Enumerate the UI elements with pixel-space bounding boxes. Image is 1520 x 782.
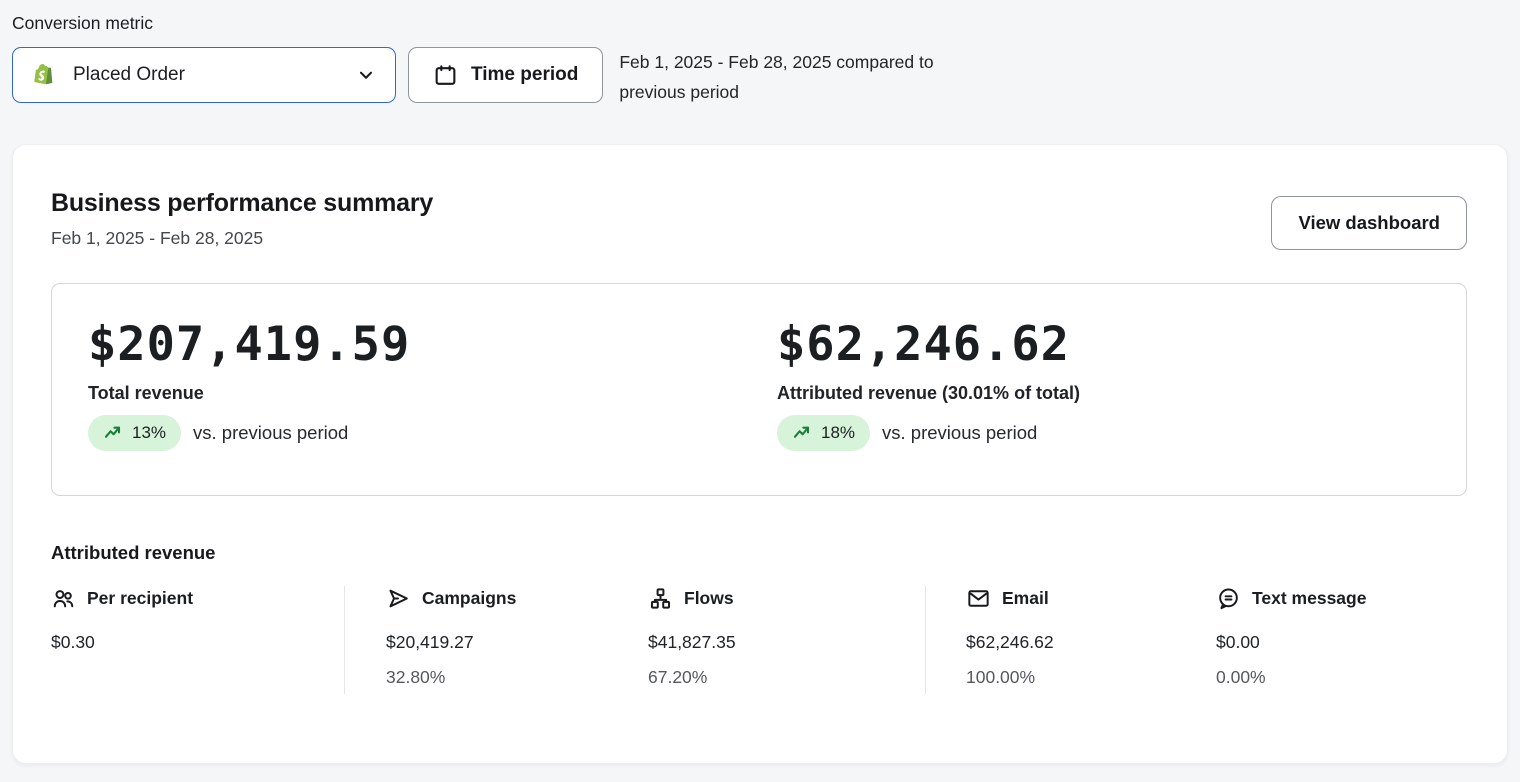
conversion-metric-value: Placed Order [73,64,340,86]
trend-up-icon [792,423,813,443]
attr-col-percent [51,667,344,673]
total-revenue-label: Total revenue [88,383,777,404]
trend-up-icon [103,423,124,443]
toolbar: Conversion metric Placed Order [0,0,1520,107]
time-period-label: Time period [471,64,578,86]
date-range-line2: previous period [619,77,933,107]
metrics-panel: $207,419.59 Total revenue 13% vs. previo… [51,283,1467,496]
change-badge: 13% [88,415,181,451]
attr-col-percent: 100.00% [966,667,1216,694]
chat-bubble-icon [1216,586,1241,611]
attr-col-value: $0.30 [51,632,344,653]
shopify-icon [31,62,58,89]
date-range-note: Feb 1, 2025 - Feb 28, 2025 compared to p… [619,47,933,107]
conversion-metric-select[interactable]: Placed Order [12,47,396,103]
change-note: vs. previous period [193,422,348,444]
attr-col-flows: Flows $41,827.35 67.20% [648,586,925,694]
attr-col-percent: 67.20% [648,667,925,694]
flow-icon [648,586,673,611]
attr-col-percent: 0.00% [1216,667,1456,694]
chevron-down-icon [355,64,377,86]
send-icon [386,586,411,611]
total-revenue-metric: $207,419.59 Total revenue 13% vs. previo… [88,320,777,495]
attr-col-label: Text message [1252,588,1366,609]
change-percent: 13% [132,423,166,443]
time-period-button[interactable]: Time period [408,47,603,103]
email-sms-group: Email $62,246.62 100.00% Text message [925,586,1456,694]
attributed-revenue-label: Attributed revenue (30.01% of total) [777,383,1466,404]
attr-col-value: $41,827.35 [648,632,925,653]
attributed-revenue-heading: Attributed revenue [51,542,1467,564]
business-performance-card: Business performance summary Feb 1, 2025… [12,144,1508,764]
attr-col-email: Email $62,246.62 100.00% [966,586,1216,694]
attr-col-label: Flows [684,588,734,609]
card-title: Business performance summary [51,189,433,218]
attr-col-text-message: Text message $0.00 0.00% [1216,586,1456,694]
attr-col-label: Email [1002,588,1049,609]
people-icon [51,586,76,611]
view-dashboard-button[interactable]: View dashboard [1271,196,1467,250]
change-note: vs. previous period [882,422,1037,444]
campaigns-flows-group: Campaigns $20,419.27 32.80% Flows [344,586,925,694]
attr-col-label: Per recipient [87,588,193,609]
date-range-line1: Feb 1, 2025 - Feb 28, 2025 compared to [619,47,933,77]
attributed-revenue-columns: Per recipient $0.30 Campaigns $20,419.27… [51,586,1467,694]
attr-col-per-recipient: Per recipient $0.30 [51,586,344,694]
change-percent: 18% [821,423,855,443]
attr-col-campaigns: Campaigns $20,419.27 32.80% [386,586,648,694]
attributed-revenue-value: $62,246.62 [777,320,1466,369]
email-icon [966,586,991,611]
conversion-metric-label: Conversion metric [12,13,1508,34]
attr-col-value: $62,246.62 [966,632,1216,653]
total-revenue-value: $207,419.59 [88,320,777,369]
change-badge: 18% [777,415,870,451]
attr-col-percent: 32.80% [386,667,648,694]
attr-col-value: $20,419.27 [386,632,648,653]
calendar-icon [433,63,458,88]
card-header: Business performance summary Feb 1, 2025… [51,189,1467,250]
card-subtitle: Feb 1, 2025 - Feb 28, 2025 [51,228,433,249]
attr-col-value: $0.00 [1216,632,1456,653]
attr-col-label: Campaigns [422,588,516,609]
attributed-revenue-metric: $62,246.62 Attributed revenue (30.01% of… [777,320,1466,495]
